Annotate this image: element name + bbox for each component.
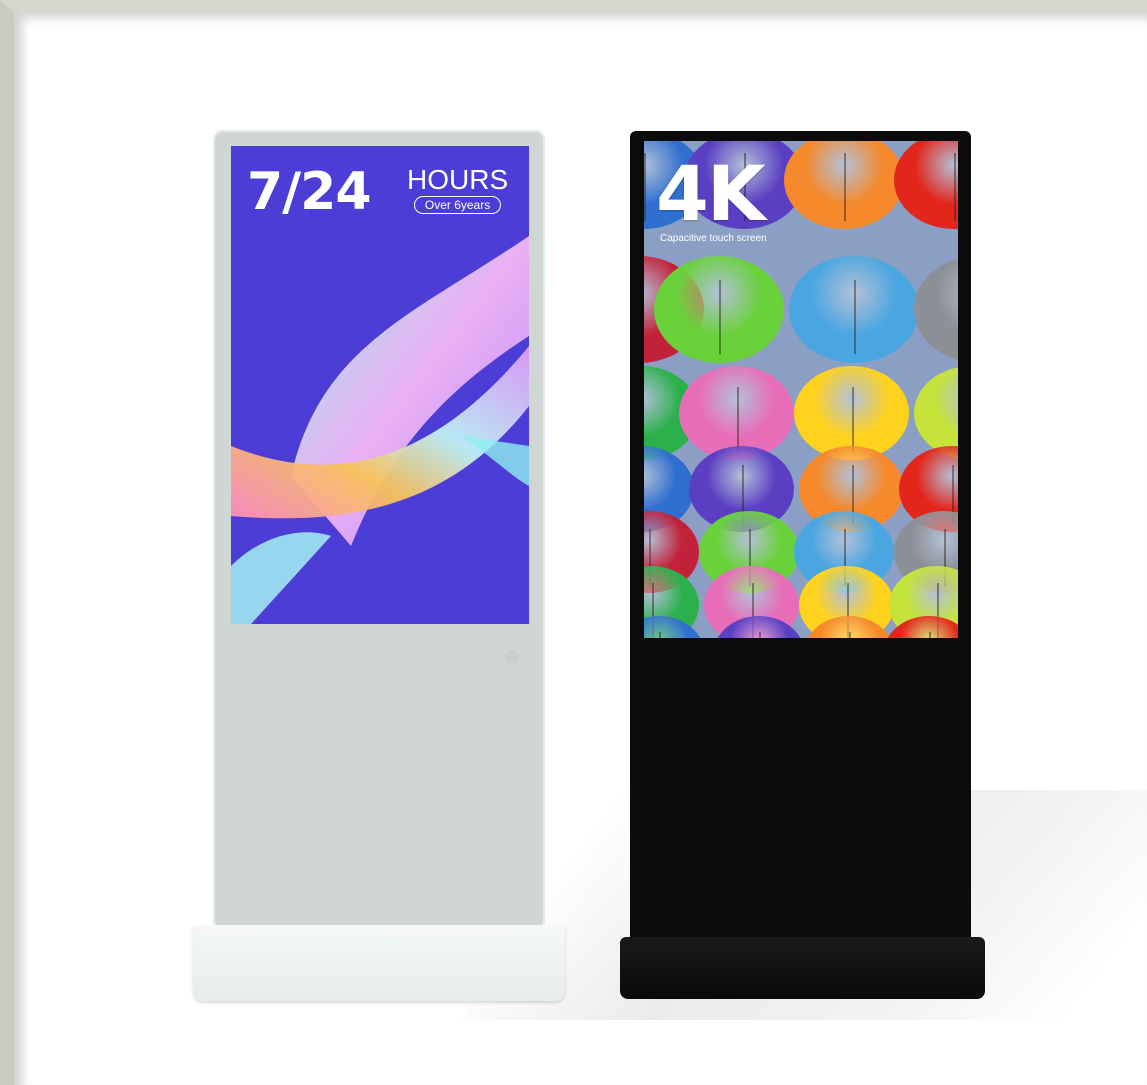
white-kiosk: 7/24 HOURS Over 6years	[213, 130, 545, 930]
umbrella-shape	[784, 141, 904, 229]
touch-caption: Capacitive touch screen	[660, 233, 767, 244]
hours-label: HOURS	[407, 164, 509, 195]
umbrella-shape	[894, 141, 958, 229]
black-kiosk: 4K Capacitive touch screen	[630, 131, 971, 946]
uptime-headline: 7/24	[247, 162, 372, 222]
product-photo: 7/24 HOURS Over 6years 4K Capacitive tou…	[0, 0, 1147, 1085]
resolution-headline: 4K	[656, 149, 766, 238]
umbrella-shape	[654, 256, 784, 363]
sensor-dot-icon	[505, 650, 519, 664]
umbrella-shape	[914, 256, 958, 363]
black-kiosk-base	[620, 937, 985, 999]
umbrella-shape	[789, 256, 919, 363]
black-kiosk-screen: 4K Capacitive touch screen	[644, 141, 958, 638]
hours-badge: HOURS Over 6years	[407, 166, 508, 214]
white-kiosk-screen: 7/24 HOURS Over 6years	[231, 146, 529, 624]
hours-sublabel: Over 6years	[413, 196, 502, 214]
white-kiosk-base	[193, 925, 565, 1001]
